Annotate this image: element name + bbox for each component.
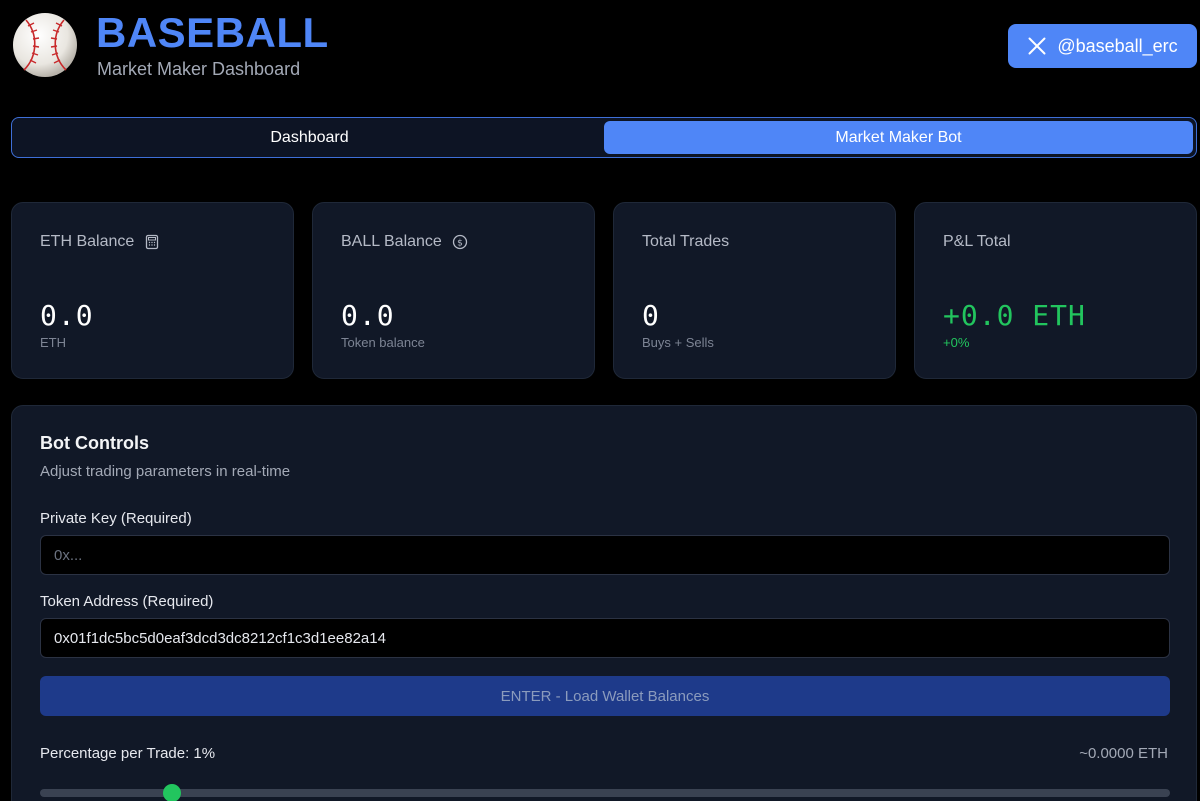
token-address-label: Token Address (Required) <box>40 593 214 610</box>
x-handle-label: @baseball_erc <box>1057 35 1178 56</box>
bot-controls-title: Bot Controls <box>40 433 149 453</box>
total-trades-card: Total Trades 0 Buys + Sells <box>613 202 896 379</box>
ball-balance-label: BALL Balance <box>341 233 442 250</box>
pnl-total-percent: +0% <box>943 335 970 350</box>
pnl-total-value: +0.0 ETH <box>943 299 1086 332</box>
tab-market-maker-bot[interactable]: Market Maker Bot <box>604 121 1193 154</box>
tab-dashboard[interactable]: Dashboard <box>15 121 604 154</box>
eth-balance-label: ETH Balance <box>40 233 135 250</box>
total-trades-label-row: Total Trades <box>642 233 729 251</box>
x-logo-icon <box>1028 37 1046 55</box>
ball-balance-label-row: BALL Balance $ <box>341 233 468 251</box>
ball-balance-unit: Token balance <box>341 335 425 350</box>
private-key-label: Private Key (Required) <box>40 510 192 527</box>
eth-balance-unit: ETH <box>40 335 66 350</box>
calculator-icon <box>146 234 159 250</box>
total-trades-sub: Buys + Sells <box>642 335 714 350</box>
pnl-total-label: P&L Total <box>943 233 1011 250</box>
bot-controls-panel: Bot Controls Adjust trading parameters i… <box>11 405 1197 801</box>
private-key-input[interactable] <box>40 535 1170 575</box>
x-profile-button[interactable]: @baseball_erc <box>1008 24 1197 68</box>
baseball-logo-icon <box>12 12 78 78</box>
svg-text:$: $ <box>457 238 463 248</box>
dollar-circle-icon: $ <box>452 234 467 250</box>
ball-balance-card: BALL Balance $ 0.0 Token balance <box>312 202 595 379</box>
total-trades-value: 0 <box>642 299 660 332</box>
load-wallet-balances-button[interactable]: ENTER - Load Wallet Balances <box>40 676 1170 716</box>
percentage-per-trade-label: Percentage per Trade: 1% <box>40 745 216 762</box>
percentage-slider-thumb[interactable] <box>163 784 182 801</box>
token-address-input[interactable] <box>40 618 1170 658</box>
pnl-total-card: P&L Total +0.0 ETH +0% <box>914 202 1197 379</box>
pnl-total-label-row: P&L Total <box>943 233 1011 251</box>
main-tabs: Dashboard Market Maker Bot <box>11 117 1197 158</box>
brand-title: BASEBALL <box>96 9 329 56</box>
eth-balance-card: ETH Balance 0.0 ETH <box>11 202 294 379</box>
eth-balance-label-row: ETH Balance <box>40 233 160 251</box>
ball-balance-value: 0.0 <box>341 299 395 332</box>
eth-balance-value: 0.0 <box>40 299 94 332</box>
bot-controls-description: Adjust trading parameters in real-time <box>40 463 291 480</box>
percentage-slider-track[interactable] <box>40 784 1170 801</box>
percentage-eth-estimate: ~0.0000 ETH <box>1079 745 1168 762</box>
total-trades-label: Total Trades <box>642 233 730 250</box>
brand-subtitle: Market Maker Dashboard <box>97 59 301 79</box>
